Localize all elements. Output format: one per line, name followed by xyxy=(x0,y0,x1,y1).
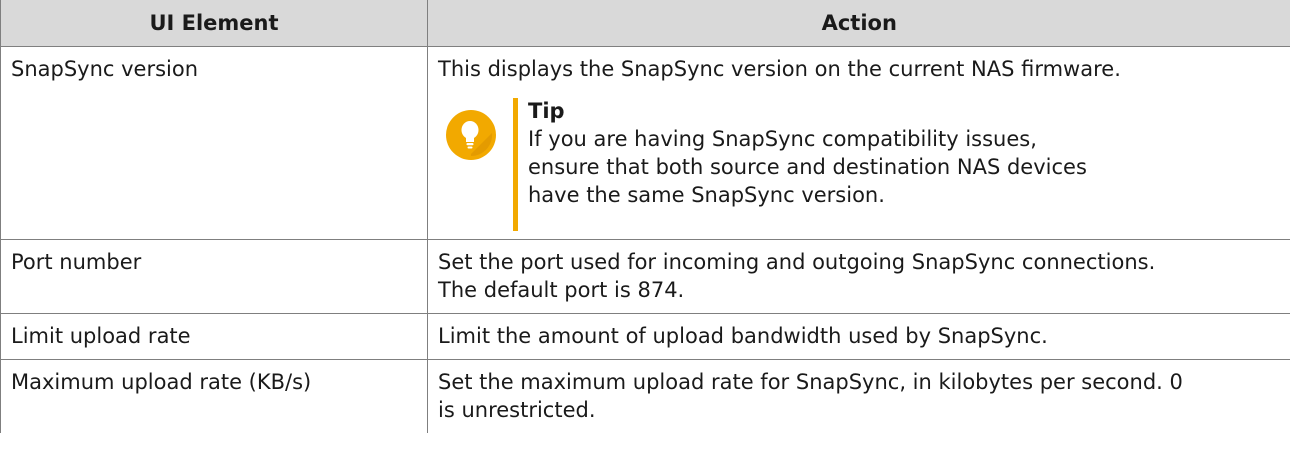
action-cell: This displays the SnapSync version on th… xyxy=(427,46,1290,240)
lightbulb-icon xyxy=(446,110,496,160)
tip-callout: Tip If you are having SnapSync compatibi… xyxy=(438,97,1281,231)
tip-line: If you are having SnapSync compatibility… xyxy=(528,127,1037,151)
tip-line: ensure that both source and destination … xyxy=(528,155,1087,179)
table-row: Port number Set the port used for incomi… xyxy=(0,239,1290,314)
table-row: Maximum upload rate (KB/s) Set the maxim… xyxy=(0,359,1290,433)
ui-element-cell: Maximum upload rate (KB/s) xyxy=(0,359,428,433)
column-header-action: Action xyxy=(427,0,1290,47)
column-header-ui-element: UI Element xyxy=(0,0,428,47)
ui-element-cell: Limit upload rate xyxy=(0,313,428,360)
table-header-row: UI Element Action xyxy=(0,0,1290,47)
action-text-line: is unrestricted. xyxy=(438,398,596,422)
table-row: SnapSync version This displays the SnapS… xyxy=(0,46,1290,240)
tip-line: have the same SnapSync version. xyxy=(528,183,885,207)
tip-accent-bar xyxy=(513,98,518,231)
action-cell: Set the port used for incoming and outgo… xyxy=(427,239,1290,314)
ui-element-cell: Port number xyxy=(0,239,428,314)
action-text-line: The default port is 874. xyxy=(438,278,685,302)
action-text-line: Set the port used for incoming and outgo… xyxy=(438,250,1156,274)
tip-body: Tip If you are having SnapSync compatibi… xyxy=(528,97,1087,209)
ui-element-table: UI Element Action SnapSync version This … xyxy=(0,0,1290,433)
ui-element-cell: SnapSync version xyxy=(0,46,428,240)
action-text-line: Set the maximum upload rate for SnapSync… xyxy=(438,370,1183,394)
table-row: Limit upload rate Limit the amount of up… xyxy=(0,313,1290,360)
action-cell: Set the maximum upload rate for SnapSync… xyxy=(427,359,1290,433)
action-text: This displays the SnapSync version on th… xyxy=(438,57,1121,81)
tip-title: Tip xyxy=(528,99,565,123)
action-cell: Limit the amount of upload bandwidth use… xyxy=(427,313,1290,360)
